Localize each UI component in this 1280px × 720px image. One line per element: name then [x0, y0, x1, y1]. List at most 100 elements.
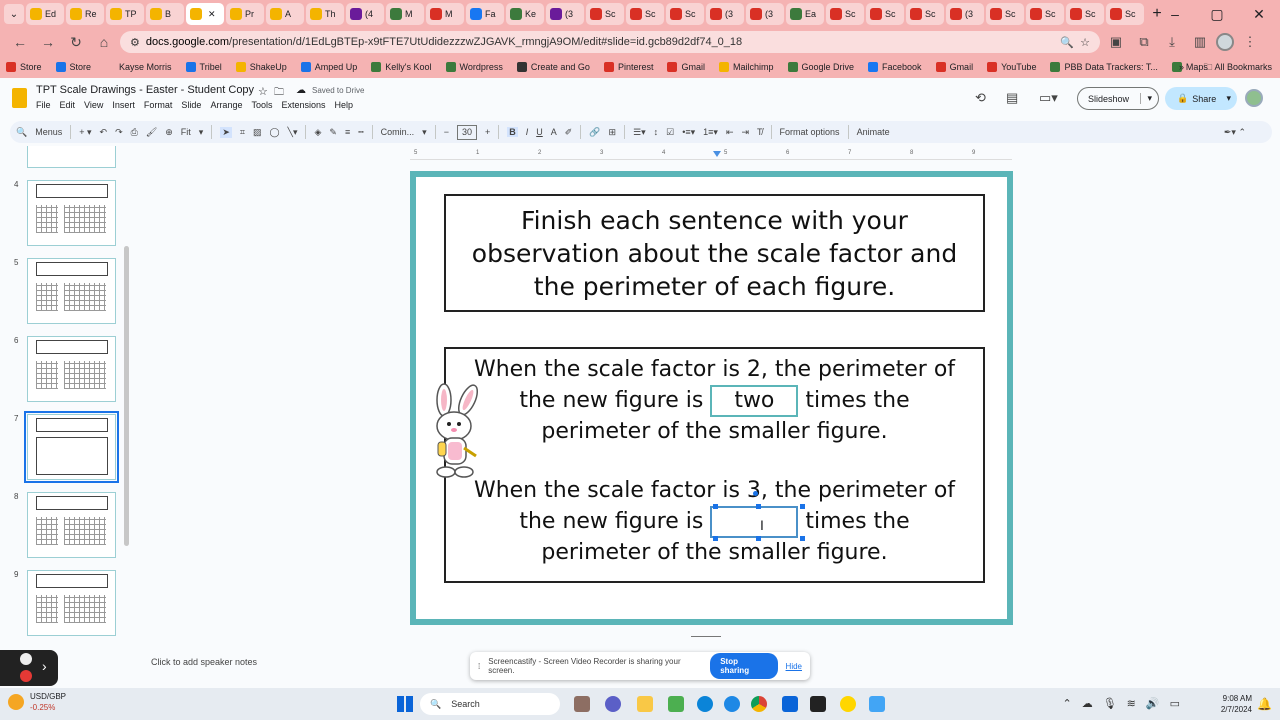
bookmark-item[interactable]: Gmail	[667, 62, 705, 72]
bookmark-item[interactable]: Pinterest	[603, 62, 653, 72]
text-color-icon[interactable]: A	[551, 127, 557, 137]
browser-tab[interactable]: Sc	[626, 3, 664, 25]
redo-icon[interactable]: ↷	[115, 127, 123, 138]
back-button[interactable]: ←	[8, 34, 32, 50]
browser-tab[interactable]: M	[386, 3, 424, 25]
reload-button[interactable]: ↻	[64, 34, 88, 51]
bookmark-item[interactable]: Create and Go	[516, 62, 590, 72]
edge-icon[interactable]	[697, 696, 713, 712]
store-icon[interactable]	[782, 696, 798, 712]
zoom-icon[interactable]: 🔍	[1060, 36, 1074, 49]
bold-icon[interactable]: B	[507, 127, 518, 137]
slideshow-button[interactable]: Slideshow ▾	[1077, 87, 1159, 110]
bookmark-item[interactable]: Store	[55, 62, 91, 72]
animate-button[interactable]: Animate	[857, 127, 890, 137]
clear-format-icon[interactable]: T̸	[757, 127, 763, 137]
share-button[interactable]: 🔒 Share ▾	[1165, 87, 1237, 110]
bookmark-item[interactable]: Google Drive	[787, 62, 854, 72]
bookmark-item[interactable]: Kayse Morris	[105, 62, 172, 72]
bookmark-item[interactable]: Tribel	[185, 62, 222, 72]
menu-item[interactable]: Arrange	[210, 100, 242, 110]
border-dash-icon[interactable]: ┅	[358, 127, 363, 138]
browser-tab[interactable]: Sc	[866, 3, 904, 25]
line-icon[interactable]: ╲▾	[288, 127, 298, 138]
paint-format-icon[interactable]: 🖌	[146, 127, 157, 138]
expand-icon[interactable]: ›	[42, 658, 47, 674]
taskbar-search[interactable]: 🔍 Search	[420, 693, 560, 715]
slide-thumbnail-partial[interactable]	[27, 146, 116, 168]
bookmark-item[interactable]: Gmail	[935, 62, 973, 72]
shape-icon[interactable]: ◯	[269, 127, 279, 138]
drag-handle-icon[interactable]: ⁞	[478, 662, 480, 671]
maximize-button[interactable]: ▢	[1196, 0, 1238, 28]
notes-resize-handle[interactable]	[691, 636, 721, 637]
bookmark-item[interactable]: Kelly's Kool	[371, 62, 432, 72]
menu-item[interactable]: Tools	[251, 100, 272, 110]
cloud-icon[interactable]: ☁	[1082, 697, 1093, 710]
menu-item[interactable]: Slide	[181, 100, 201, 110]
bookmark-item[interactable]: ShakeUp	[235, 62, 287, 72]
browser-tab[interactable]: (3	[746, 3, 784, 25]
underline-icon[interactable]: U	[536, 127, 543, 137]
font-select[interactable]: Comin...	[381, 127, 415, 137]
numbered-list-icon[interactable]: 1≡▾	[703, 127, 718, 138]
slide-thumbnail[interactable]	[27, 492, 116, 558]
paint-icon[interactable]	[869, 696, 885, 712]
menu-item[interactable]: Extensions	[281, 100, 325, 110]
resize-handle[interactable]	[756, 504, 761, 509]
image-icon[interactable]: ▨	[253, 127, 262, 138]
slides-logo-icon[interactable]	[12, 88, 27, 108]
menu-item[interactable]: Edit	[60, 100, 76, 110]
hide-button[interactable]: Hide	[786, 662, 802, 671]
wifi-icon[interactable]: ≋	[1127, 697, 1136, 710]
menu-item[interactable]: Insert	[112, 100, 135, 110]
norton-icon[interactable]	[840, 696, 856, 712]
folder-icon[interactable]	[637, 696, 653, 712]
menu-item[interactable]: View	[84, 100, 103, 110]
checklist-icon[interactable]: ☑	[666, 127, 674, 138]
tab-search-button[interactable]: ⌄	[4, 4, 24, 24]
resize-handle[interactable]	[756, 536, 761, 541]
more-menu-icon[interactable]: ⋮	[1238, 34, 1262, 50]
browser-tab[interactable]: Pr	[226, 3, 264, 25]
chevron-down-icon[interactable]: ▾	[422, 127, 427, 138]
highlight-icon[interactable]: ✐	[565, 127, 573, 138]
slide[interactable]: Finish each sentence with your observati…	[410, 171, 1013, 625]
browser-tab[interactable]: Ke	[506, 3, 544, 25]
chevron-up-icon[interactable]: ⌃	[1062, 697, 1071, 710]
slide-thumbnail[interactable]	[24, 411, 119, 483]
account-avatar[interactable]	[1245, 89, 1263, 107]
decrease-font-icon[interactable]: −	[444, 127, 449, 137]
bookmark-item[interactable]: Facebook	[868, 62, 922, 72]
bookmark-item[interactable]: YouTube	[987, 62, 1036, 72]
star-icon[interactable]: ☆	[258, 85, 268, 98]
meet-icon[interactable]: ▭▾	[1039, 90, 1058, 106]
history-icon[interactable]: ⟲	[975, 90, 986, 106]
border-weight-icon[interactable]: ≡	[345, 127, 350, 137]
stop-sharing-button[interactable]: Stop sharing	[710, 653, 778, 679]
teams-icon[interactable]	[668, 696, 684, 712]
browser-tab[interactable]: Sc	[1106, 3, 1144, 25]
ticker-widget[interactable]: USD/GBP -0.25%	[8, 691, 66, 713]
chat-icon[interactable]	[605, 696, 621, 712]
all-bookmarks-button[interactable]: 🗀 All Bookmarks	[1203, 60, 1272, 76]
textbox-icon[interactable]: ⌗	[240, 127, 245, 138]
browser-tab[interactable]: Sc	[666, 3, 704, 25]
site-info-icon[interactable]: ⚙	[130, 36, 140, 49]
extension-icon[interactable]: ▣	[1104, 34, 1128, 50]
volume-icon[interactable]: 🔊	[1146, 697, 1160, 710]
browser-tab[interactable]: ✕	[186, 3, 224, 25]
browser-tab[interactable]: M	[426, 3, 464, 25]
bookmark-item[interactable]: Amped Up	[300, 62, 357, 72]
browser-tab[interactable]: (3	[946, 3, 984, 25]
slide-title-box[interactable]: Finish each sentence with your observati…	[444, 194, 985, 312]
browser-tab[interactable]: Sc	[986, 3, 1024, 25]
puzzle-icon[interactable]: ⧉	[1132, 34, 1156, 50]
bookmark-item[interactable]: Maps	[1171, 62, 1208, 72]
resize-handle[interactable]	[713, 536, 718, 541]
clock[interactable]: 9:08 AM 2/7/2024	[1221, 693, 1252, 715]
browser-tab[interactable]: TP	[106, 3, 144, 25]
resize-handle[interactable]	[800, 504, 805, 509]
sentence-box[interactable]: When the scale factor is 2, the perimete…	[444, 347, 985, 583]
menu-item[interactable]: Format	[144, 100, 173, 110]
